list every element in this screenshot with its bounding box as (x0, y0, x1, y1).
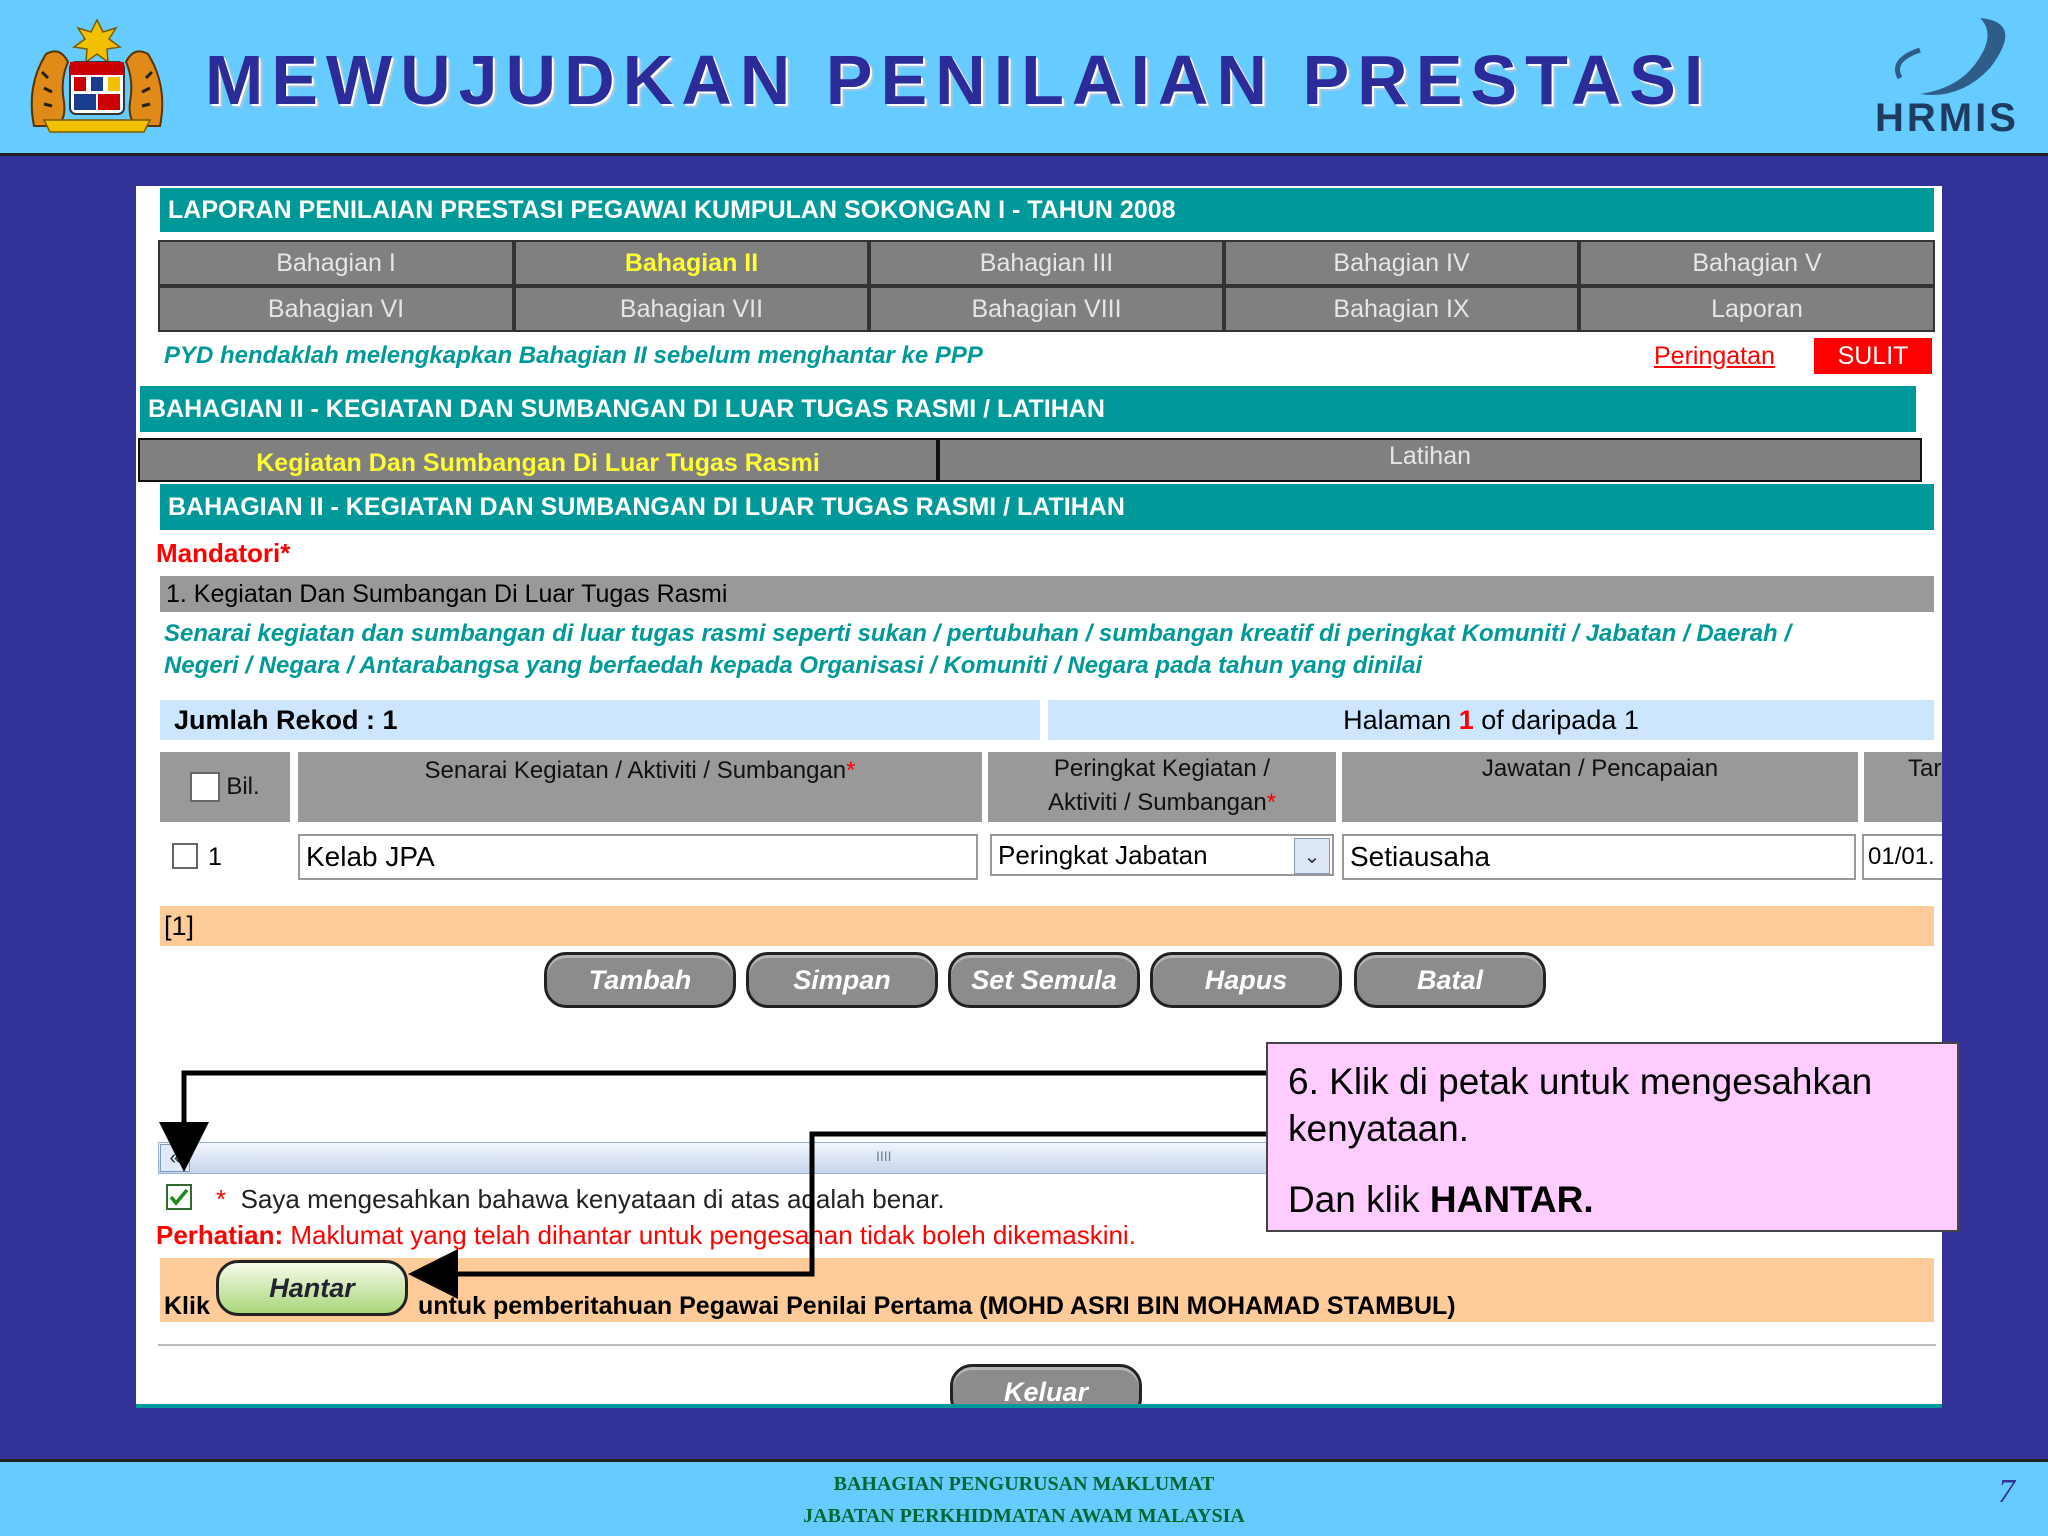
arrow-to-checkbox (159, 1070, 1266, 1172)
page-number: 7 (1998, 1473, 2015, 1510)
callout-hantar-bold: HANTAR. (1429, 1179, 1594, 1220)
footer-line-1: BAHAGIAN PENGURUSAN MAKLUMAT (833, 1473, 1215, 1495)
arrow-to-hantar (408, 1131, 1266, 1299)
callout-line-1: 6. Klik di petak untuk mengesahkan kenya… (1288, 1061, 1873, 1149)
pointer-arrows (159, 1070, 1266, 1299)
instruction-callout: 6. Klik di petak untuk mengesahkan kenya… (1266, 1042, 1959, 1232)
callout-line-2: Dan klik (1288, 1179, 1420, 1220)
footer-line-2: JABATAN PERKHIDMATAN AWAM MALAYSIA (803, 1505, 1245, 1527)
